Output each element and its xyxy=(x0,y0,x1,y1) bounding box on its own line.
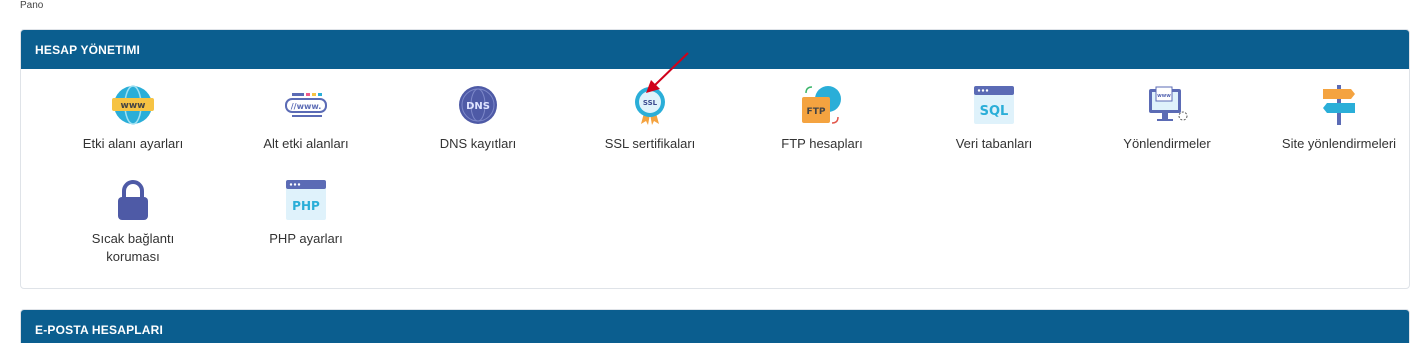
site-redirects-tile[interactable]: Site yönlendirmeleri xyxy=(1259,83,1409,153)
ftp-folder-icon: FTP xyxy=(802,86,841,124)
tile-label: FTP hesapları xyxy=(781,136,863,151)
svg-text:www: www xyxy=(1157,93,1171,99)
account-management-grid: www Etki alanı ayarları //www. Alt etki … xyxy=(21,69,1409,288)
domain-settings-tile[interactable]: www Etki alanı ayarları xyxy=(53,83,213,153)
dns-icon: DNS xyxy=(459,86,497,124)
svg-text:FTP: FTP xyxy=(807,107,826,117)
tile-label: Veri tabanları xyxy=(955,136,1033,151)
sql-database-icon: SQL xyxy=(974,86,1014,124)
hotlink-protection-tile[interactable]: Sıcak bağlantı koruması xyxy=(53,178,213,266)
redirects-tile[interactable]: www Yönlendirmeler xyxy=(1087,83,1247,153)
ftp-accounts-tile[interactable]: FTP FTP hesapları xyxy=(742,83,902,153)
lock-icon xyxy=(118,180,148,220)
svg-text:PHP: PHP xyxy=(292,199,320,213)
tile-label: PHP ayarları xyxy=(269,231,343,246)
www-globe-icon: www xyxy=(112,85,154,125)
tile-label: SSL sertifikaları xyxy=(604,136,696,151)
tile-label: Etki alanı ayarları xyxy=(82,136,184,151)
svg-text:SQL: SQL xyxy=(980,104,1009,119)
ssl-badge-icon: SSL xyxy=(635,87,665,125)
ssl-certificates-tile[interactable]: SSL SSL sertifikaları xyxy=(570,83,730,153)
tile-label: Alt etki alanları xyxy=(263,136,349,151)
tile-label: Sıcak bağlantı koruması xyxy=(91,231,175,264)
www-subdomain-icon: //www. xyxy=(285,93,327,117)
redirect-monitor-icon: www xyxy=(1149,86,1188,121)
tile-label: Site yönlendirmeleri xyxy=(1281,136,1397,151)
email-accounts-panel: E-POSTA HESAPLARI xyxy=(20,309,1410,343)
svg-text:SSL: SSL xyxy=(643,99,658,107)
databases-tile[interactable]: SQL Veri tabanları xyxy=(914,83,1074,153)
breadcrumb[interactable]: Pano xyxy=(20,0,43,11)
svg-text://www.: //www. xyxy=(291,102,322,111)
signpost-icon xyxy=(1323,85,1355,125)
php-settings-tile[interactable]: PHP PHP ayarları xyxy=(226,178,386,248)
tile-label: Yönlendirmeler xyxy=(1123,136,1211,151)
panel-title: E-POSTA HESAPLARI xyxy=(21,310,1409,343)
svg-text:www: www xyxy=(121,101,146,111)
account-management-panel: HESAP YÖNETIMI www Etki alanı ayarları /… xyxy=(20,29,1410,289)
php-icon: PHP xyxy=(286,180,326,220)
panel-title: HESAP YÖNETIMI xyxy=(21,30,1409,69)
svg-text:DNS: DNS xyxy=(466,101,490,112)
tile-label: DNS kayıtları xyxy=(439,136,517,151)
dns-records-tile[interactable]: DNS DNS kayıtları xyxy=(398,83,558,153)
subdomains-tile[interactable]: //www. Alt etki alanları xyxy=(226,83,386,153)
